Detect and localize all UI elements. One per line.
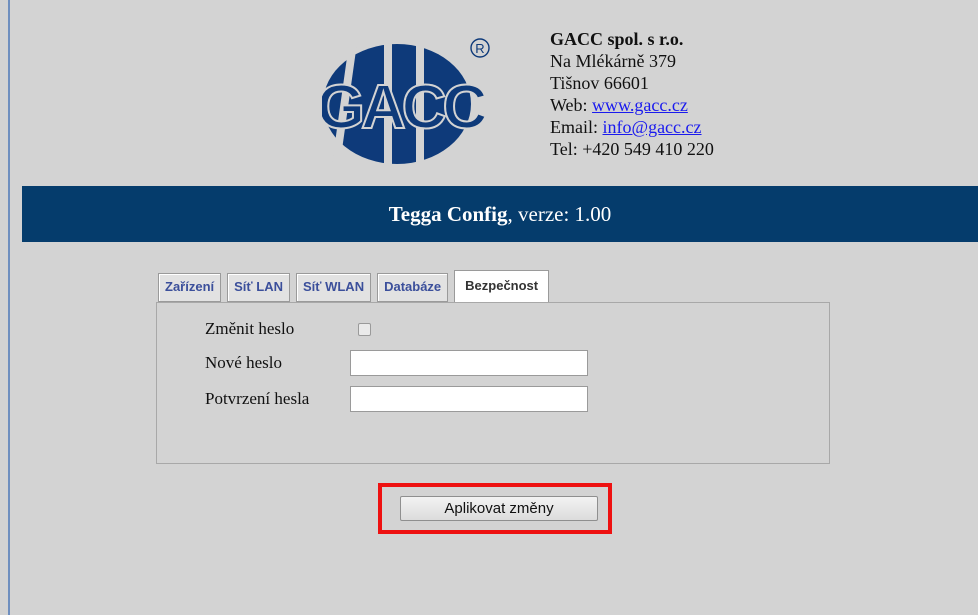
security-panel: Změnit heslo Nové heslo Potvrzení hesla — [156, 302, 830, 464]
app-name: Tegga Config — [388, 201, 508, 226]
tab-bar: Zařízení Síť LAN Síť WLAN Databáze Bezpe… — [158, 270, 550, 303]
company-email: Email: info@gacc.cz — [550, 116, 714, 138]
company-info: GACC spol. s r.o. Na Mlékárně 379 Tišnov… — [550, 28, 714, 160]
company-web: Web: www.gacc.cz — [550, 94, 714, 116]
header: GACC R GACC spol. s r.o. Na Mlékárně 379… — [22, 0, 978, 186]
change-password-label: Změnit heslo — [205, 319, 295, 338]
confirm-password-field[interactable] — [350, 386, 588, 412]
company-street: Na Mlékárně 379 — [550, 51, 676, 71]
web-link[interactable]: www.gacc.cz — [592, 95, 688, 115]
company-name: GACC spol. s r.o. — [550, 29, 684, 49]
company-phone: Tel: +420 549 410 220 — [550, 139, 714, 159]
tab-sit-lan[interactable]: Síť LAN — [227, 273, 290, 302]
logo-text: GACC — [322, 73, 486, 142]
new-password-label: Nové heslo — [205, 353, 282, 372]
page-left-border — [8, 0, 10, 615]
tab-databaze[interactable]: Databáze — [377, 273, 449, 302]
company-city: Tišnov 66601 — [550, 73, 649, 93]
tab-zarizeni[interactable]: Zařízení — [158, 273, 222, 302]
tab-sit-wlan[interactable]: Síť WLAN — [295, 273, 372, 302]
title-bar: Tegga Config, verze: 1.00 — [22, 186, 978, 242]
email-link[interactable]: info@gacc.cz — [603, 117, 702, 137]
tab-bezpecnost[interactable]: Bezpečnost — [454, 270, 550, 303]
gacc-logo: GACC R — [322, 38, 491, 166]
web-label: Web: — [550, 95, 593, 115]
svg-text:R: R — [475, 41, 484, 56]
change-password-checkbox[interactable] — [358, 323, 371, 336]
new-password-field[interactable] — [350, 350, 588, 376]
email-label: Email: — [550, 117, 603, 137]
apply-changes-button[interactable]: Aplikovat změny — [400, 496, 598, 521]
app-version: , verze: 1.00 — [507, 201, 612, 226]
apply-button-highlight: Aplikovat změny — [378, 483, 612, 534]
confirm-password-label: Potvrzení hesla — [205, 389, 310, 408]
